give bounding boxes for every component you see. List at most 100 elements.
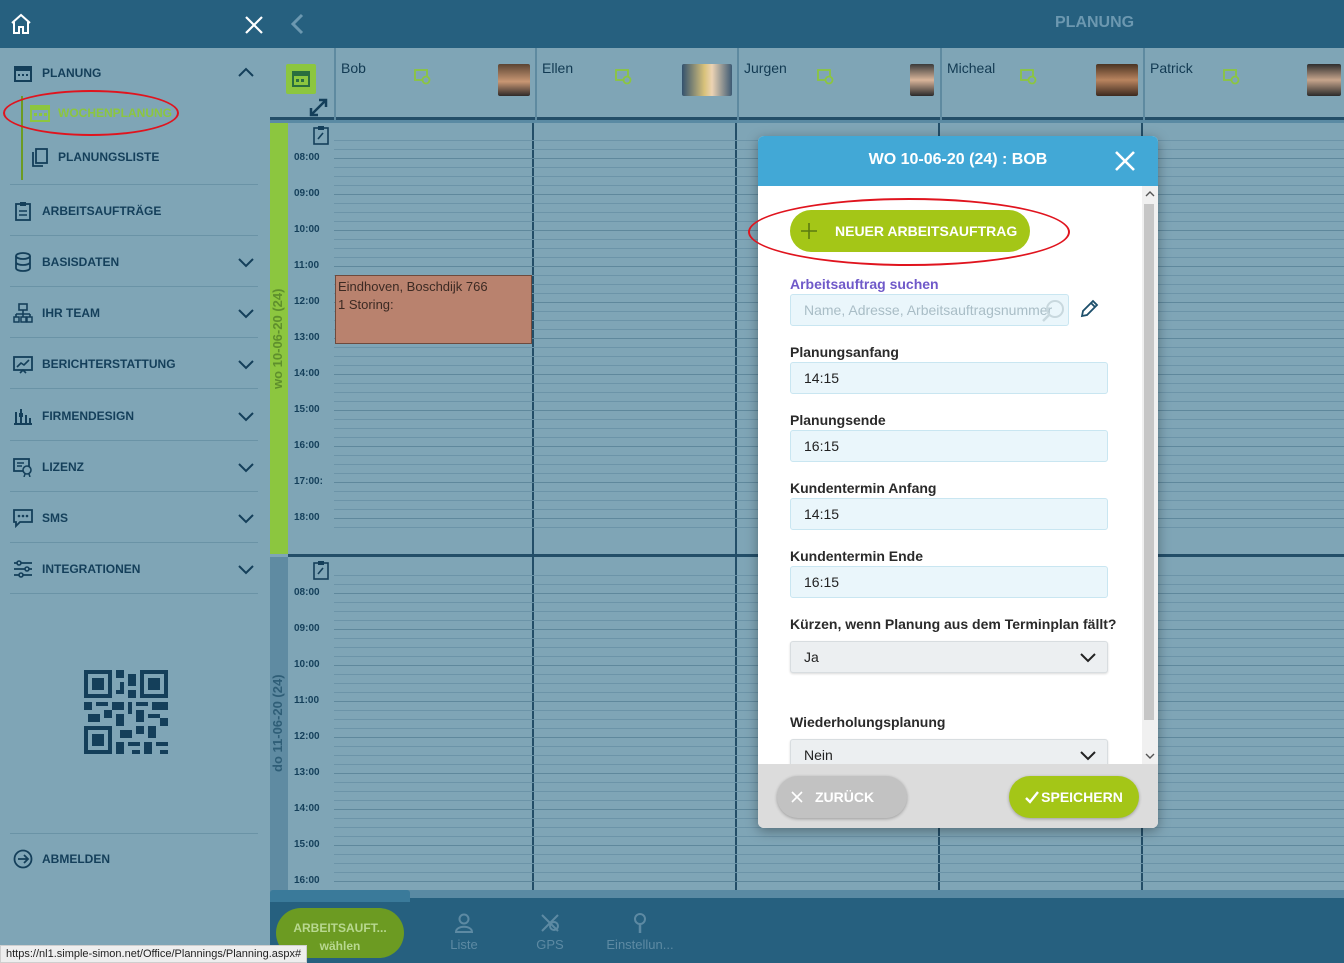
license-icon[interactable] <box>414 68 432 86</box>
time-slot-line <box>334 845 1344 846</box>
time-label: 14:00 <box>294 803 320 814</box>
field-label: Planungsende <box>790 412 886 428</box>
chevron-down-icon[interactable] <box>236 354 256 374</box>
avatar <box>910 64 934 96</box>
time-slot-line <box>334 836 1344 837</box>
search-icon[interactable] <box>1040 298 1066 324</box>
nav-planung[interactable]: PLANUNG <box>10 48 258 98</box>
status-url: https://nl1.simple-simon.net/Office/Plan… <box>0 945 308 963</box>
day-label: do 11-06-20 (24) <box>270 674 285 773</box>
time-label: 09:00 <box>294 188 320 199</box>
bottom-tab-highlight <box>270 890 410 902</box>
chevron-down-icon[interactable] <box>236 457 256 477</box>
scroll-up-icon[interactable] <box>1145 190 1155 198</box>
time-slot-line <box>334 881 1344 882</box>
logout-icon <box>12 848 34 870</box>
pencil-icon[interactable] <box>1078 298 1100 320</box>
planning-end-input[interactable]: 16:15 <box>790 430 1108 462</box>
time-slot-line <box>334 854 1344 855</box>
calendar-icon <box>292 71 310 87</box>
sidebar-item-berichterstattung[interactable]: BERICHTERSTATTUNG <box>10 339 258 389</box>
chevron-down-icon[interactable] <box>236 406 256 426</box>
report-icon <box>12 353 34 375</box>
dialog-body: NEUER ARBEITSAUFTRAG Arbeitsauftrag such… <box>758 186 1142 764</box>
sidebar-item-label: IHR TEAM <box>42 305 100 320</box>
clipboard-edit-icon[interactable] <box>312 125 330 145</box>
time-label: 08:00 <box>294 152 320 163</box>
sidebar-item-sms[interactable]: SMS <box>10 493 258 543</box>
clipboard-edit-icon[interactable] <box>312 560 330 580</box>
chevron-up-icon[interactable] <box>236 63 256 83</box>
customer-end-input[interactable]: 16:15 <box>790 566 1108 598</box>
tab-gps[interactable]: GPS <box>510 912 590 952</box>
tab-liste[interactable]: Liste <box>424 912 504 952</box>
tab-label: Einstellun... <box>606 937 674 952</box>
back-button[interactable]: ZURÜCK <box>777 776 907 818</box>
save-label: SPEICHERN <box>1041 789 1123 805</box>
avatar <box>1307 64 1341 96</box>
chevron-down-icon[interactable] <box>236 559 256 579</box>
license-icon[interactable] <box>615 68 633 86</box>
person-column-jurgen[interactable]: Jurgen <box>737 48 940 120</box>
people-header: Bob Ellen Jurgen Micheal Patrick <box>270 48 1344 120</box>
appointment-type: 1 Storing: <box>338 297 394 312</box>
calendar-picker-button[interactable] <box>286 64 316 94</box>
home-icon[interactable] <box>9 12 33 36</box>
appointment-address: Eindhoven, Boschdijk 766 <box>338 279 488 294</box>
sidebar-header <box>0 0 270 48</box>
customer-start-input[interactable]: 14:15 <box>790 498 1108 530</box>
license-icon[interactable] <box>1223 68 1241 86</box>
chevron-down-icon[interactable] <box>236 508 256 528</box>
sidebar-item-basisdaten[interactable]: BASISDATEN <box>10 237 258 287</box>
license-icon[interactable] <box>1020 68 1038 86</box>
time-label: 16:00 <box>294 440 320 451</box>
sidebar-item-arbeitsauftraege[interactable]: ARBEITSAUFTRÄGE <box>10 186 258 236</box>
highlight-ring <box>3 90 179 136</box>
avatar <box>682 64 732 96</box>
sms-icon <box>12 507 34 529</box>
tab-einstellungen[interactable]: Einstellun... <box>600 912 680 952</box>
save-button[interactable]: SPEICHERN <box>1009 776 1139 818</box>
tab-label: GPS <box>536 937 564 952</box>
repeat-select[interactable]: Nein <box>790 739 1108 764</box>
shorten-select[interactable]: Ja <box>790 641 1108 673</box>
time-label: 12:00 <box>294 296 320 307</box>
main-header: PLANUNG <box>270 0 1344 48</box>
team-icon <box>12 302 34 324</box>
sidebar-item-planungsliste[interactable]: PLANUNGSLISTE <box>30 140 159 174</box>
sidebar-item-firmendesign[interactable]: FIRMENDESIGN <box>10 391 258 441</box>
logout-button[interactable]: ABMELDEN <box>10 834 258 884</box>
person-column-bob[interactable]: Bob <box>334 48 535 120</box>
person-column-patrick[interactable]: Patrick <box>1143 48 1344 120</box>
person-column-ellen[interactable]: Ellen <box>535 48 737 120</box>
scroll-down-icon[interactable] <box>1145 752 1155 760</box>
time-label: 15:00 <box>294 839 320 850</box>
close-icon[interactable] <box>243 14 265 36</box>
shorten-value: Ja <box>804 649 819 665</box>
nav-planung-label: PLANUNG <box>42 66 102 80</box>
time-label: 12:00 <box>294 731 320 742</box>
sidebar-item-lizenz[interactable]: LIZENZ <box>10 442 258 492</box>
repeat-value: Nein <box>804 747 833 763</box>
swap-icon[interactable] <box>308 96 330 118</box>
select-work-order-label: ARBEITSAUFT... <box>293 921 387 935</box>
appointment-block[interactable]: Eindhoven, Boschdijk 766 1 Storing: <box>335 275 532 344</box>
sidebar-item-label: PLANUNGSLISTE <box>58 150 160 164</box>
chevron-left-icon[interactable] <box>288 13 308 35</box>
settings-icon <box>634 913 646 933</box>
chevron-down-icon[interactable] <box>236 303 256 323</box>
person-name: Micheal <box>947 60 996 76</box>
sidebar-item-label: BERICHTERSTATTUNG <box>42 356 176 371</box>
person-column-micheal[interactable]: Micheal <box>940 48 1143 120</box>
sidebar-item-ihr-team[interactable]: IHR TEAM <box>10 288 258 338</box>
sidebar-item-integrationen[interactable]: INTEGRATIONEN <box>10 544 258 594</box>
sliders-icon <box>12 558 34 580</box>
close-icon[interactable] <box>1110 146 1140 176</box>
chevron-down-icon[interactable] <box>236 252 256 272</box>
dialog-title: WO 10-06-20 (24) : BOB <box>758 136 1158 186</box>
scrollbar-thumb[interactable] <box>1144 204 1154 720</box>
planning-start-input[interactable]: 14:15 <box>790 362 1108 394</box>
search-input[interactable]: Name, Adresse, Arbeitsauftragsnummer <box>790 294 1069 326</box>
license-icon[interactable] <box>817 68 835 86</box>
database-icon <box>12 251 34 273</box>
